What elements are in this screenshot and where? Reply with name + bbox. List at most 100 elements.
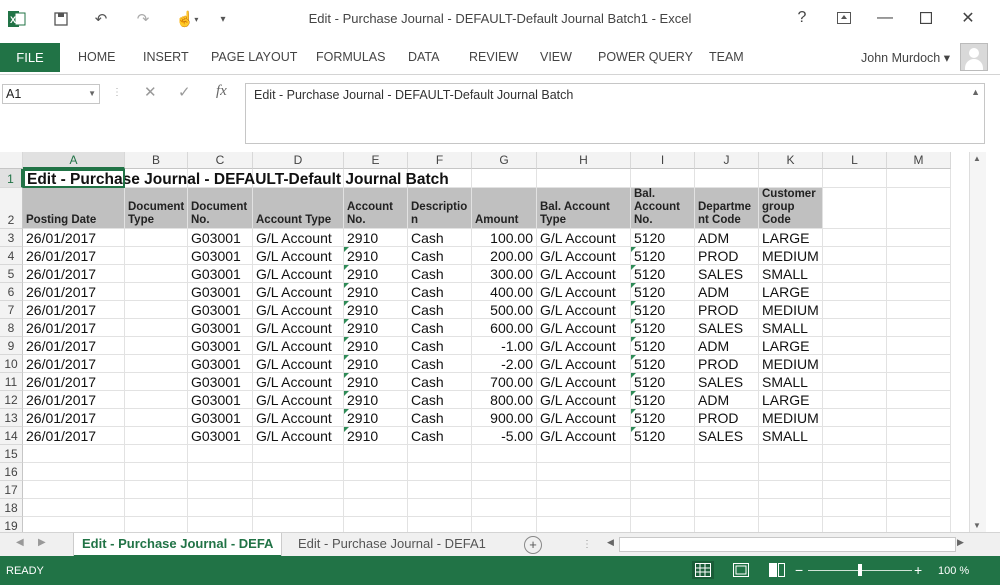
column-heading[interactable]: Account Type: [253, 188, 343, 228]
sheet-tab-1[interactable]: Edit - Purchase Journal - DEFA: [74, 533, 282, 557]
table-cell[interactable]: G/L Account: [256, 283, 332, 301]
scroll-left-icon[interactable]: ◀: [607, 537, 614, 548]
column-header-g[interactable]: G: [472, 152, 537, 169]
column-header-i[interactable]: I: [631, 152, 695, 169]
column-header-l[interactable]: L: [823, 152, 887, 169]
table-cell[interactable]: 26/01/2017: [26, 301, 96, 319]
table-cell[interactable]: G/L Account: [256, 301, 332, 319]
tab-file[interactable]: FILE: [0, 43, 60, 72]
tab-page-layout[interactable]: PAGE LAYOUT: [211, 50, 297, 64]
table-cell[interactable]: MEDIUM: [762, 301, 819, 319]
tab-review[interactable]: REVIEW: [469, 50, 518, 64]
table-cell[interactable]: 5120: [634, 247, 665, 265]
table-cell[interactable]: G/L Account: [256, 391, 332, 409]
column-header-h[interactable]: H: [537, 152, 631, 169]
table-cell[interactable]: 5120: [634, 265, 665, 283]
table-cell[interactable]: G/L Account: [540, 319, 616, 337]
tab-power-query[interactable]: POWER QUERY: [598, 50, 693, 64]
table-cell[interactable]: 26/01/2017: [26, 391, 96, 409]
table-cell[interactable]: G/L Account: [256, 337, 332, 355]
maximize-icon[interactable]: [912, 6, 940, 30]
row-header-2[interactable]: 2: [0, 188, 23, 229]
normal-view-icon[interactable]: [692, 561, 714, 579]
table-cell[interactable]: ADM: [698, 229, 729, 247]
table-cell[interactable]: 200.00: [472, 247, 533, 265]
row-header-17[interactable]: 17: [0, 481, 23, 499]
table-cell[interactable]: G/L Account: [540, 265, 616, 283]
table-cell[interactable]: 26/01/2017: [26, 427, 96, 445]
name-box[interactable]: A1 ▼: [2, 84, 100, 104]
table-cell[interactable]: LARGE: [762, 337, 809, 355]
table-cell[interactable]: Cash: [411, 337, 444, 355]
table-cell[interactable]: LARGE: [762, 229, 809, 247]
table-cell[interactable]: G/L Account: [256, 427, 332, 445]
table-cell[interactable]: 5120: [634, 373, 665, 391]
row-header-1[interactable]: 1: [0, 169, 23, 188]
table-cell[interactable]: 2910: [347, 283, 378, 301]
table-cell[interactable]: PROD: [698, 247, 738, 265]
column-header-j[interactable]: J: [695, 152, 759, 169]
table-cell[interactable]: 5120: [634, 355, 665, 373]
row-header-4[interactable]: 4: [0, 247, 23, 265]
tab-formulas[interactable]: FORMULAS: [316, 50, 385, 64]
table-cell[interactable]: G/L Account: [256, 247, 332, 265]
column-header-a[interactable]: A: [23, 152, 125, 169]
column-header-b[interactable]: B: [125, 152, 188, 169]
zoom-in-icon[interactable]: +: [914, 562, 922, 578]
table-cell[interactable]: G03001: [191, 301, 241, 319]
table-cell[interactable]: G/L Account: [540, 229, 616, 247]
table-cell[interactable]: G03001: [191, 229, 241, 247]
page-break-view-icon[interactable]: [766, 561, 788, 579]
table-cell[interactable]: ADM: [698, 337, 729, 355]
table-cell[interactable]: 700.00: [472, 373, 533, 391]
table-cell[interactable]: PROD: [698, 355, 738, 373]
table-cell[interactable]: -2.00: [472, 355, 533, 373]
worksheet-grid[interactable]: A B C D E F G H I J K L M 1 2 3 4 5 6 7 8 9 10 11 12 13 14 15 16 17 18…: [0, 152, 985, 532]
scroll-down-icon[interactable]: ▼: [973, 521, 981, 530]
table-cell[interactable]: 800.00: [472, 391, 533, 409]
sheet-tab-2[interactable]: Edit - Purchase Journal - DEFA1: [290, 533, 494, 555]
table-cell[interactable]: 2910: [347, 229, 378, 247]
table-cell[interactable]: G/L Account: [540, 247, 616, 265]
column-header-e[interactable]: E: [344, 152, 408, 169]
table-cell[interactable]: 5120: [634, 283, 665, 301]
table-cell[interactable]: SALES: [698, 265, 743, 283]
avatar[interactable]: [960, 43, 988, 71]
table-cell[interactable]: 2910: [347, 265, 378, 283]
column-heading[interactable]: Customer group Code: [759, 188, 822, 228]
table-cell[interactable]: 26/01/2017: [26, 337, 96, 355]
table-cell[interactable]: 26/01/2017: [26, 229, 96, 247]
table-cell[interactable]: G03001: [191, 391, 241, 409]
close-icon[interactable]: ✕: [954, 6, 982, 30]
table-cell[interactable]: 2910: [347, 409, 378, 427]
column-heading[interactable]: Bal. Account Type: [537, 188, 630, 228]
table-cell[interactable]: SMALL: [762, 265, 808, 283]
table-cell[interactable]: 500.00: [472, 301, 533, 319]
table-cell[interactable]: 2910: [347, 247, 378, 265]
row-header-12[interactable]: 12: [0, 391, 23, 409]
table-cell[interactable]: G/L Account: [540, 283, 616, 301]
column-header-f[interactable]: F: [408, 152, 472, 169]
table-cell[interactable]: Cash: [411, 247, 444, 265]
table-cell[interactable]: 2910: [347, 355, 378, 373]
table-cell[interactable]: MEDIUM: [762, 409, 819, 427]
table-cell[interactable]: G03001: [191, 319, 241, 337]
row-header-13[interactable]: 13: [0, 409, 23, 427]
table-cell[interactable]: G03001: [191, 283, 241, 301]
column-header-k[interactable]: K: [759, 152, 823, 169]
row-header-6[interactable]: 6: [0, 283, 23, 301]
table-cell[interactable]: 2910: [347, 319, 378, 337]
table-cell[interactable]: ADM: [698, 391, 729, 409]
table-cell[interactable]: G03001: [191, 427, 241, 445]
table-cell[interactable]: SMALL: [762, 373, 808, 391]
minimize-icon[interactable]: —: [871, 6, 899, 30]
formula-input[interactable]: Edit - Purchase Journal - DEFAULT-Defaul…: [245, 83, 985, 144]
table-cell[interactable]: 2910: [347, 337, 378, 355]
table-cell[interactable]: 26/01/2017: [26, 283, 96, 301]
row-header-16[interactable]: 16: [0, 463, 23, 481]
table-cell[interactable]: G03001: [191, 337, 241, 355]
column-heading[interactable]: Posting Date: [23, 188, 124, 228]
table-cell[interactable]: 900.00: [472, 409, 533, 427]
table-cell[interactable]: G/L Account: [540, 337, 616, 355]
collapse-formula-icon[interactable]: ▲: [971, 87, 980, 97]
